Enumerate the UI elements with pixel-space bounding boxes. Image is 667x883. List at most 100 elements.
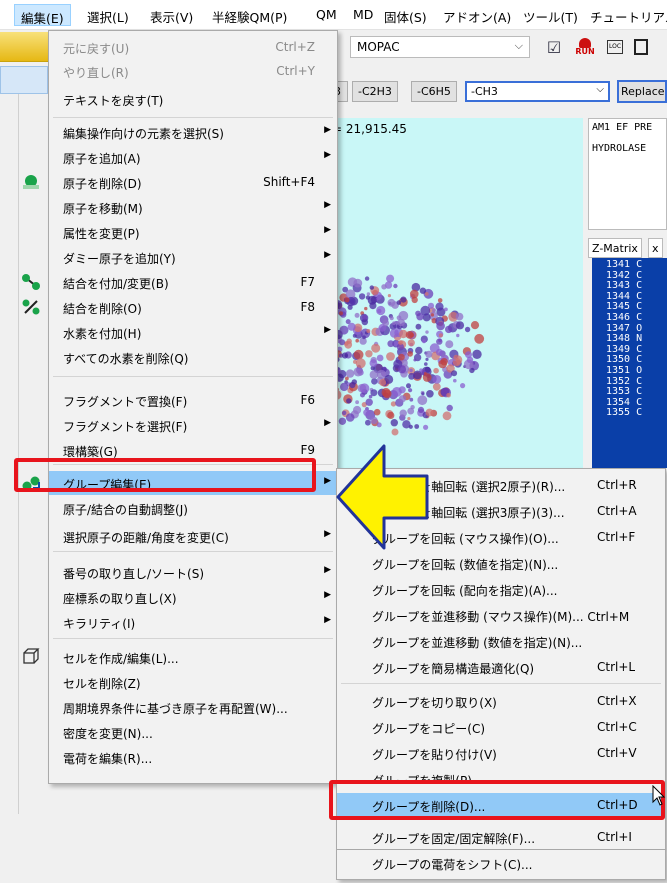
submenu-arrow-icon: ▶ <box>324 125 331 135</box>
atom-sphere <box>435 302 444 311</box>
atom-sphere <box>406 383 411 389</box>
submenu-item-quick-optimize[interactable]: グループを簡易構造最適化(Q) Ctrl+L <box>337 655 665 680</box>
method-value: MOPAC <box>357 40 400 54</box>
tab-zmatrix[interactable]: Z-Matrix <box>588 238 642 258</box>
submenu-item-shortcut: Ctrl+C <box>597 720 637 734</box>
atom-sphere <box>399 409 407 417</box>
submenu-item-translate-mouse[interactable]: グループを並進移動 (マウス操作)(M)... Ctrl+M <box>337 603 665 628</box>
atom-sphere <box>433 367 439 374</box>
atom-sphere <box>407 417 411 421</box>
atom-sphere <box>386 352 395 361</box>
submenu-item-cut[interactable]: グループを切り取り(X) Ctrl+X <box>337 689 665 714</box>
submenu-item-duplicate[interactable]: グループを複製(P) <box>337 767 665 781</box>
left-tab-band <box>0 66 48 94</box>
menu-tools[interactable]: ツール(T) <box>523 7 578 26</box>
menu-solid[interactable]: 固体(S) <box>384 7 427 26</box>
menu-item-undo[interactable]: 元に戻す(U) Ctrl+Z <box>49 35 337 59</box>
menu-item-move-atom[interactable]: 原子を移動(M) ▶ <box>49 195 337 219</box>
menu-item-build-ring[interactable]: 環構築(G) F9 <box>49 438 337 462</box>
submenu-item-shift-charge[interactable]: グループの電荷をシフト(C)... <box>337 851 665 876</box>
menu-qm[interactable]: QM <box>316 7 337 22</box>
fragment-combobox[interactable]: -CH3 ⌵ <box>465 81 610 102</box>
menu-item-label: ダミー原子を追加(Y) <box>63 252 176 266</box>
menu-select[interactable]: 選択(L) <box>87 7 129 26</box>
menu-item-reset-coordinates[interactable]: 座標系の取り直し(X) ▶ <box>49 585 337 609</box>
fragment-button-c2h3[interactable]: -C2H3 <box>352 81 398 102</box>
zmatrix-row[interactable]: 1351 O <box>606 365 667 377</box>
atom-sphere <box>351 379 357 385</box>
atom-sphere <box>338 417 347 425</box>
atom-sphere <box>370 389 378 397</box>
menu-semiempirical-qm[interactable]: 半経験QM(P) <box>212 7 287 26</box>
menu-item-group-edit[interactable]: グループ編集(E) ▶ <box>22 471 337 495</box>
mouse-cursor-icon <box>652 785 666 806</box>
menu-item-label: フラグメントを選択(F) <box>63 420 188 434</box>
atom-sphere <box>347 322 356 331</box>
atom-sphere <box>376 422 382 428</box>
menu-item-select-fragment[interactable]: フラグメントを選択(F) ▶ <box>49 413 337 437</box>
menu-item-change-density[interactable]: 密度を変更(N)... <box>49 720 337 744</box>
atom-sphere <box>419 287 427 294</box>
menu-item-label: 原子/結合の自動調整(J) <box>63 503 188 517</box>
annotation-arrow-icon <box>336 444 429 550</box>
replace-button[interactable]: Replace <box>617 80 667 103</box>
check-icon[interactable]: ☑ <box>543 36 565 58</box>
menu-item-auto-adjust[interactable]: 原子/結合の自動調整(J) <box>49 496 337 520</box>
menu-item-redo[interactable]: やり直し(R) Ctrl+Y <box>49 59 337 83</box>
submenu-item-translate-numeric[interactable]: グループを並進移動 (数値を指定)(N)... <box>337 629 665 654</box>
atom-sphere <box>362 335 366 340</box>
menu-item-renumber-sort[interactable]: 番号の取り直し/ソート(S) ▶ <box>49 560 337 584</box>
menu-item-change-distance-angle[interactable]: 選択原子の距離/角度を変更(C) ▶ <box>49 524 337 548</box>
zmatrix-row[interactable]: 1346 C <box>606 312 667 324</box>
bond-delete-icon <box>22 299 40 315</box>
submenu-item-paste[interactable]: グループを貼り付け(V) Ctrl+V <box>337 741 665 766</box>
menu-item-add-bond[interactable]: 結合を付加/変更(B) F7 <box>22 270 337 294</box>
zmatrix-row[interactable]: 1341 C <box>606 259 667 271</box>
menu-item-delete-cell[interactable]: セルを削除(Z) <box>49 670 337 694</box>
menu-md[interactable]: MD <box>353 7 373 22</box>
menu-item-add-atom[interactable]: 原子を追加(A) ▶ <box>49 145 337 169</box>
menu-item-replace-fragment[interactable]: フラグメントで置換(F) F6 <box>49 388 337 412</box>
menu-item-add-dummy-atom[interactable]: ダミー原子を追加(Y) ▶ <box>49 245 337 269</box>
menu-item-change-attribute[interactable]: 属性を変更(P) ▶ <box>49 220 337 244</box>
atom-sphere <box>432 308 436 313</box>
submenu-item-fix-unfix[interactable]: グループを固定/固定解除(F)... Ctrl+I <box>337 825 665 850</box>
atom-sphere <box>398 340 403 345</box>
edit-menu: 元に戻す(U) Ctrl+Z やり直し(R) Ctrl+Y テキストを戻す(T)… <box>22 30 338 784</box>
menu-view[interactable]: 表示(V) <box>150 7 193 26</box>
menu-item-delete-bond[interactable]: 結合を削除(O) F8 <box>22 295 337 319</box>
menu-item-select-element[interactable]: 編集操作向けの元素を選択(S) ▶ <box>49 120 337 144</box>
menu-item-add-hydrogen[interactable]: 水素を付加(H) ▶ <box>49 320 337 344</box>
menu-item-shortcut: F7 <box>300 275 315 289</box>
menu-item-delete-atom[interactable]: 原子を削除(D) Shift+F4 <box>23 170 337 194</box>
menu-item-edit-charge[interactable]: 電荷を編集(R)... <box>49 745 337 769</box>
atom-sphere <box>425 408 434 417</box>
method-combobox[interactable]: MOPAC ⌵ <box>350 36 530 58</box>
menu-addon[interactable]: アドオン(A) <box>443 7 511 26</box>
menu-item-rearrange-periodic[interactable]: 周期境界条件に基づき原子を再配置(W)... <box>49 695 337 719</box>
menu-tutorial[interactable]: チュートリアル <box>590 7 667 26</box>
zmatrix-row[interactable]: 1355 C <box>606 408 667 419</box>
atom-sphere <box>411 296 418 304</box>
submenu-tail: グループの電荷をシフト(C)... <box>336 850 666 880</box>
loc-icon[interactable]: LOC <box>604 36 626 58</box>
submenu-item-rotate-orientation[interactable]: グループを回転 (配向を指定)(A)... <box>337 577 665 602</box>
submenu-item-copy[interactable]: グループをコピー(C) Ctrl+C <box>337 715 665 740</box>
menu-item-create-cell[interactable]: セルを作成/編集(L)... <box>23 645 337 669</box>
atom-sphere <box>387 298 396 307</box>
menu-item-remove-all-hydrogen[interactable]: すべての水素を削除(Q) <box>49 345 337 369</box>
zmatrix-list[interactable]: 1341 C 1342 C 1343 C 1344 C 1345 C 1346 … <box>592 258 667 468</box>
fragment-button-c6h5[interactable]: -C6H5 <box>411 81 457 102</box>
menu-item-revert-text[interactable]: テキストを戻す(T) <box>49 87 337 111</box>
submenu-item-delete-group[interactable]: グループを削除(D)... Ctrl+D <box>337 793 665 818</box>
atom-sphere <box>423 372 427 375</box>
save-icon[interactable] <box>630 36 652 58</box>
atom-sphere <box>366 329 371 333</box>
submenu-arrow-icon: ▶ <box>324 529 331 539</box>
atom-sphere <box>392 387 402 397</box>
atom-sphere <box>365 350 373 358</box>
run-icon[interactable]: RUN <box>574 36 596 58</box>
menu-edit[interactable]: 編集(E) <box>14 4 71 26</box>
menu-item-chirality[interactable]: キラリティ(I) ▶ <box>49 610 337 634</box>
tab-xyz[interactable]: x <box>648 238 663 258</box>
